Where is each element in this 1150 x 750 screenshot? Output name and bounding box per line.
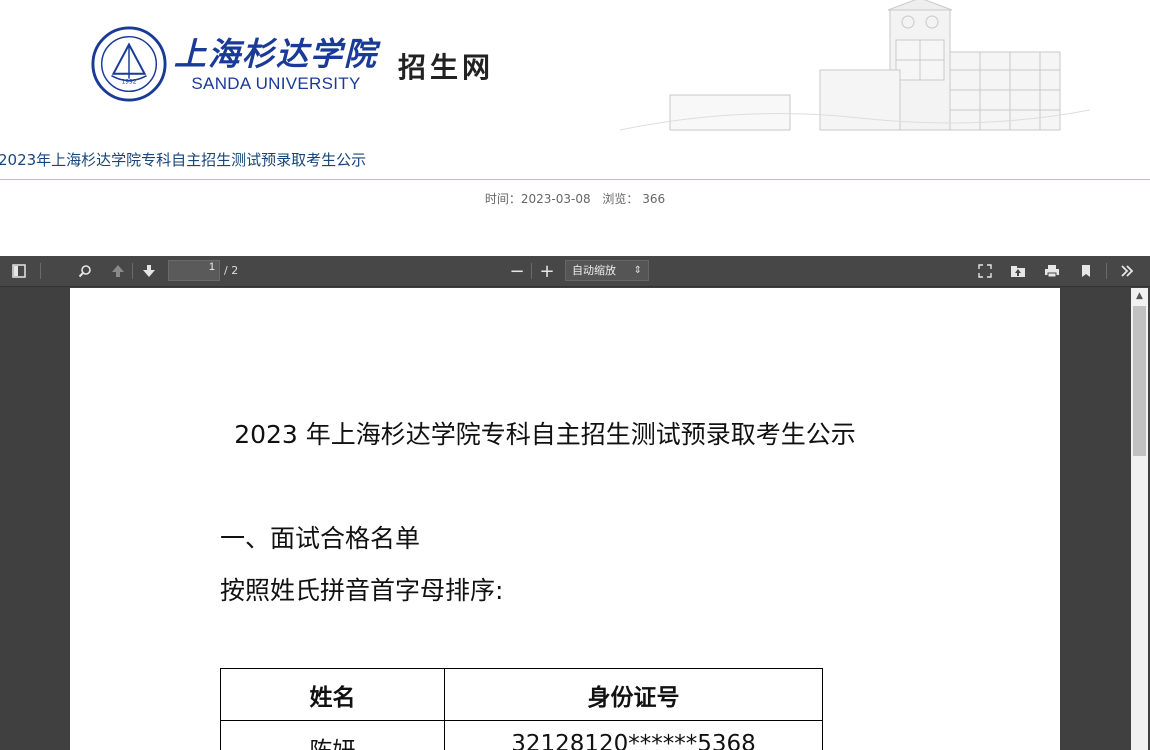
chevron-updown-icon: ⇕ [633,265,642,276]
page-number-input[interactable]: 1 [168,260,220,281]
title-divider [0,179,1150,180]
section-heading: 一、面试合格名单 [220,524,421,553]
university-name-en: SANDA UNIVERSITY [191,74,361,93]
column-header-id: 身份证号 [444,668,823,721]
university-name-cn: 上海杉达学院 [174,35,379,73]
svg-text:1992: 1992 [122,80,137,86]
university-name: 上海杉达学院 SANDA UNIVERSITY [174,34,378,94]
publish-time: 时间：2023-03-08 [484,192,591,206]
campus-building-illustration [620,0,1090,131]
toolbar-separator [1106,263,1107,279]
zoom-out-button[interactable]: − [507,261,527,282]
site-header: 1992 上海杉达学院 SANDA UNIVERSITY 招生网 [0,0,1150,140]
sidebar-toggle-icon[interactable] [8,261,30,281]
university-seal-icon: 1992 [91,26,167,102]
pdf-viewer: 1 / 2 − + 自动缩放 ⇕ 2023 年上海杉达学院专科自主招生测试预录取… [0,256,1150,750]
presentation-mode-icon[interactable] [974,261,996,281]
print-icon[interactable] [1041,261,1063,281]
document-title: 2023 年上海杉达学院专科自主招生测试预录取考生公示 [234,420,856,449]
admission-table: 姓名 身份证号 陈妍 32128120******5368 [220,668,823,750]
toolbar-separator [132,263,133,279]
tools-menu-icon[interactable] [1116,261,1138,281]
table-row: 陈妍 32128120******5368 [220,720,823,750]
site-name: 招生网 [398,51,495,84]
previous-page-icon[interactable] [107,261,129,281]
article-meta: 时间：2023-03-08 浏览： 366 [0,190,1150,208]
zoom-value: 自动缩放 [572,264,616,277]
article-title: 2023年上海杉达学院专科自主招生测试预录取考生公示 [0,151,367,169]
cell-id: 32128120******5368 [444,720,823,750]
scroll-up-arrow-icon[interactable]: ▲ [1131,288,1148,304]
column-header-name: 姓名 [220,668,445,721]
toolbar-separator [531,263,532,279]
sort-note: 按照姓氏拼音首字母排序: [220,576,504,605]
view-count: 浏览： 366 [602,192,666,206]
pdf-toolbar: 1 / 2 − + 自动缩放 ⇕ [0,256,1150,287]
search-icon[interactable] [74,261,96,281]
toolbar-separator [40,263,41,279]
pdf-scroll-area[interactable]: 2023 年上海杉达学院专科自主招生测试预录取考生公示 一、面试合格名单 按照姓… [0,288,1150,750]
scrollbar-thumb[interactable] [1133,306,1146,456]
bookmark-icon[interactable] [1075,261,1097,281]
university-logo[interactable]: 1992 上海杉达学院 SANDA UNIVERSITY [90,24,378,104]
pdf-page: 2023 年上海杉达学院专科自主招生测试预录取考生公示 一、面试合格名单 按照姓… [70,288,1060,750]
open-file-icon[interactable] [1007,261,1029,281]
cell-name: 陈妍 [220,720,445,750]
page-count: / 2 [224,264,239,277]
next-page-icon[interactable] [138,261,160,281]
table-header-row: 姓名 身份证号 [220,668,823,721]
vertical-scrollbar[interactable]: ▲ [1131,288,1148,750]
zoom-in-button[interactable]: + [537,261,557,282]
zoom-select[interactable]: 自动缩放 ⇕ [565,260,649,281]
